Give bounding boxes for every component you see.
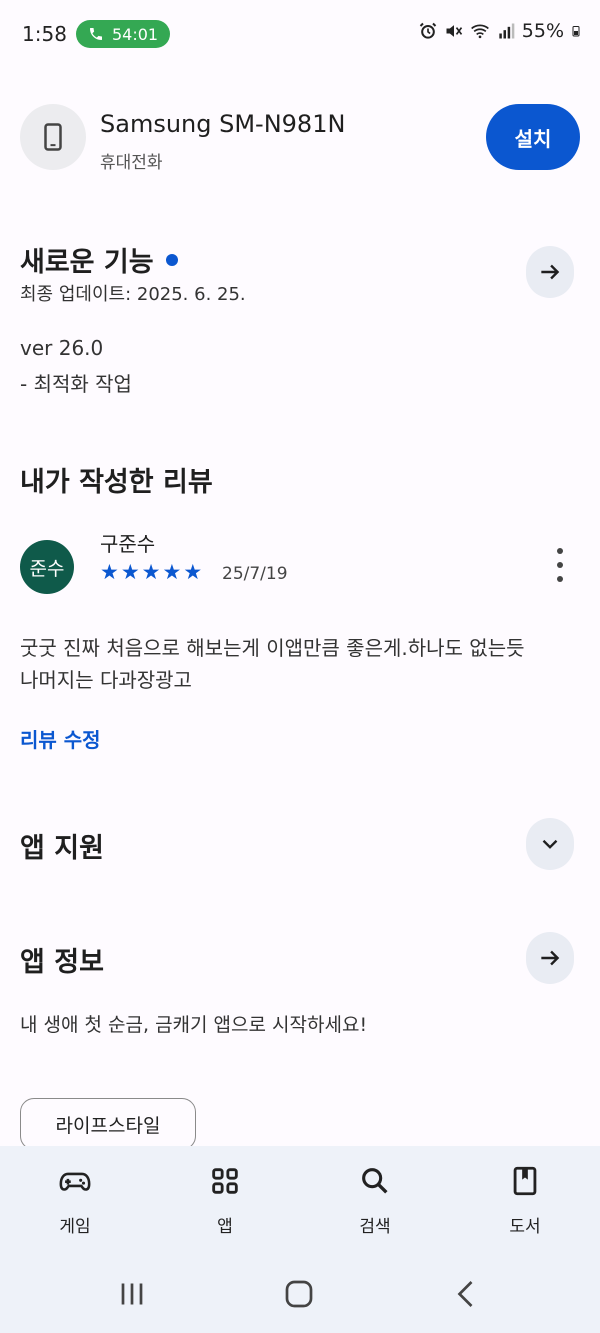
nav-label-search: 검색 bbox=[359, 1217, 391, 1237]
avatar: 준수 bbox=[20, 540, 74, 594]
star-icon: ★ bbox=[162, 560, 182, 584]
app-support-expand-button[interactable] bbox=[526, 818, 574, 870]
wifi-icon bbox=[470, 24, 489, 39]
whats-new-title: 새로운 기능 bbox=[20, 240, 178, 279]
app-info-arrow-button[interactable] bbox=[526, 932, 574, 984]
star-icon: ★ bbox=[183, 560, 203, 584]
new-indicator-dot bbox=[165, 253, 178, 266]
more-options-icon[interactable] bbox=[550, 548, 570, 582]
star-icon: ★ bbox=[120, 560, 140, 584]
alarm-icon bbox=[419, 22, 436, 39]
phone-icon bbox=[20, 104, 86, 170]
star-icon: ★ bbox=[100, 560, 119, 584]
call-indicator[interactable]: 54:01 bbox=[76, 20, 170, 48]
install-button[interactable]: 설치 bbox=[486, 104, 580, 170]
release-notes: - 최적화 작업 bbox=[20, 372, 132, 396]
last-updated: 최종 업데이트: 2025. 6. 25. bbox=[20, 284, 246, 305]
home-icon bbox=[285, 1280, 313, 1308]
nav-label-games: 게임 bbox=[59, 1217, 91, 1237]
reviewer-name: 구준수 bbox=[100, 532, 156, 556]
nav-item-books[interactable]: 도서 bbox=[450, 1146, 600, 1254]
my-review-title: 내가 작성한 리뷰 bbox=[20, 467, 213, 498]
star-rating: ★ ★ ★ ★ ★ bbox=[100, 560, 202, 584]
system-navigation-bar bbox=[0, 1254, 600, 1333]
book-icon bbox=[513, 1166, 537, 1196]
nav-item-apps[interactable]: 앱 bbox=[150, 1146, 300, 1254]
app-description: 내 생애 첫 순금, 금캐기 앱으로 시작하세요! bbox=[20, 1014, 368, 1036]
back-icon bbox=[457, 1281, 473, 1307]
home-button[interactable] bbox=[279, 1274, 319, 1314]
chevron-down-icon bbox=[542, 839, 558, 849]
status-time: 1:58 bbox=[22, 22, 67, 46]
signal-icon bbox=[499, 23, 515, 39]
whats-new-arrow-button[interactable] bbox=[526, 246, 574, 298]
device-row: Samsung SM-N981N 휴대전화 설치 bbox=[20, 104, 580, 173]
nav-item-games[interactable]: 게임 bbox=[0, 1146, 150, 1254]
app-support-title: 앱 지원 bbox=[20, 833, 104, 864]
star-icon: ★ bbox=[141, 560, 161, 584]
recent-apps-icon bbox=[121, 1283, 143, 1305]
category-chip[interactable]: 라이프스타일 bbox=[20, 1098, 196, 1150]
nav-label-apps: 앱 bbox=[217, 1217, 233, 1237]
review-text-line: 나머지는 다과장광고 bbox=[20, 668, 192, 692]
arrow-right-icon bbox=[541, 950, 560, 966]
version-text: ver 26.0 bbox=[20, 336, 104, 360]
arrow-right-icon bbox=[541, 264, 560, 280]
battery-percent: 55% bbox=[521, 20, 564, 42]
nav-label-books: 도서 bbox=[509, 1217, 541, 1237]
device-type: 휴대전화 bbox=[100, 153, 163, 173]
review-text: 굿굿 진짜 처음으로 해보는게 이앱만큼 좋은게.하나도 없는듯 나머지는 다과… bbox=[20, 632, 590, 696]
bottom-navigation: 게임 앱 검색 도서 bbox=[0, 1146, 600, 1254]
gamepad-icon bbox=[59, 1172, 91, 1191]
device-name: Samsung SM-N981N bbox=[100, 110, 346, 138]
whats-new-title-text: 새로운 기능 bbox=[20, 247, 154, 278]
status-icons: 55% bbox=[418, 20, 582, 42]
phone-call-icon bbox=[90, 28, 102, 40]
edit-review-link[interactable]: 리뷰 수정 bbox=[20, 724, 101, 753]
battery-icon bbox=[572, 26, 580, 37]
nav-item-search[interactable]: 검색 bbox=[300, 1146, 450, 1254]
apps-grid-icon bbox=[212, 1168, 238, 1194]
status-bar: 1:58 54:01 55% bbox=[0, 0, 600, 68]
app-info-title: 앱 정보 bbox=[20, 947, 104, 978]
back-button[interactable] bbox=[447, 1274, 487, 1314]
review-date: 25/7/19 bbox=[222, 564, 288, 584]
search-icon bbox=[362, 1168, 388, 1194]
call-timer: 54:01 bbox=[112, 24, 159, 44]
review-text-line: 굿굿 진짜 처음으로 해보는게 이앱만큼 좋은게.하나도 없는듯 bbox=[20, 636, 525, 660]
mute-icon bbox=[446, 25, 462, 37]
recent-apps-button[interactable] bbox=[112, 1274, 152, 1314]
